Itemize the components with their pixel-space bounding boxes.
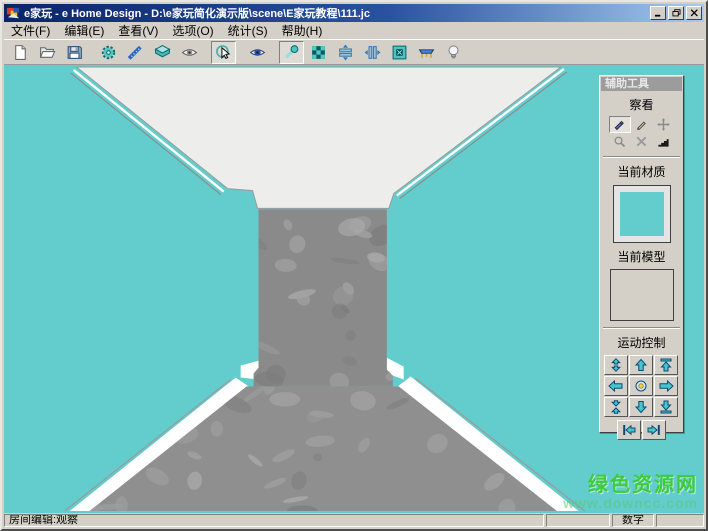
move-bottom-button[interactable] [654, 397, 678, 417]
restore-button[interactable] [668, 6, 684, 20]
move-up-button[interactable] [629, 355, 653, 375]
motion-control-grid [604, 355, 679, 417]
move-left-button[interactable] [604, 376, 628, 396]
window-controls [650, 6, 702, 20]
step-right-button[interactable] [642, 420, 666, 440]
motion-control-extra [600, 420, 683, 440]
panel-title[interactable]: 辅助工具 [601, 77, 682, 91]
furniture-table-button[interactable] [414, 41, 439, 64]
view-tools [609, 116, 675, 150]
move-downup-button[interactable] [604, 397, 628, 417]
material-section-label: 当前材质 [600, 163, 683, 180]
menu-item-stats[interactable]: 统计(S) [221, 23, 275, 39]
status-num-lock: 数字 [612, 514, 654, 527]
new-document-button[interactable] [8, 41, 33, 64]
menu-bar: 文件(F)编辑(E)查看(V)选项(O)统计(S)帮助(H) [4, 23, 704, 39]
save-file-button[interactable] [62, 41, 87, 64]
stairs-tool-button[interactable] [653, 133, 675, 150]
motion-section-label: 运动控制 [600, 334, 683, 351]
pencil-tool-button[interactable] [631, 116, 653, 133]
view-pen-tool-button[interactable] [609, 116, 631, 133]
menu-item-view[interactable]: 查看(V) [111, 23, 165, 39]
status-bar: 房间编辑:观察 数字 [4, 513, 704, 527]
minimize-button[interactable] [650, 6, 666, 20]
title-bar[interactable]: e家玩 - e Home Design - D:\e家玩简化演示版\scene\… [4, 4, 704, 22]
preview-eye-button[interactable] [177, 41, 202, 64]
status-panel-empty [546, 514, 610, 527]
menu-item-help[interactable]: 帮助(H) [275, 23, 330, 39]
delete-tool-button[interactable] [631, 133, 653, 150]
select-target-button[interactable] [211, 41, 236, 64]
menu-item-edit[interactable]: 编辑(E) [57, 23, 111, 39]
settings-gear-button[interactable] [96, 41, 121, 64]
orbit-ball-button[interactable] [629, 376, 653, 396]
current-material-box[interactable] [613, 185, 671, 243]
move-right-button[interactable] [654, 376, 678, 396]
camera-eye-button[interactable] [245, 41, 270, 64]
auxiliary-tools-panel: 辅助工具 察看 当前材质 当前模型 运动控制 [599, 75, 684, 433]
toolbar [4, 39, 704, 64]
material-checker-button[interactable] [306, 41, 331, 64]
separator [603, 327, 680, 329]
status-panel-end [656, 514, 704, 527]
close-button[interactable] [686, 6, 702, 20]
step-left-button[interactable] [617, 420, 641, 440]
menu-item-file[interactable]: 文件(F) [4, 23, 57, 39]
material-swatch [620, 192, 664, 236]
open-folder-button[interactable] [35, 41, 60, 64]
menu-item-options[interactable]: 选项(O) [165, 23, 220, 39]
viewport-3d[interactable]: 绿色资源网 www.downcc.com 辅助工具 察看 当前材质 当前模型 运… [4, 64, 704, 513]
split-horizontal-button[interactable] [333, 41, 358, 64]
light-lamp-button[interactable] [441, 41, 466, 64]
status-mode: 房间编辑:观察 [4, 514, 544, 527]
window-title: e家玩 - e Home Design - D:\e家玩简化演示版\scene\… [24, 5, 650, 21]
paint-spray-button[interactable] [279, 41, 304, 64]
app-window: e家玩 - e Home Design - D:\e家玩简化演示版\scene\… [0, 0, 708, 531]
move-top-button[interactable] [654, 355, 678, 375]
current-model-box[interactable] [610, 269, 674, 321]
model-section-label: 当前模型 [600, 248, 683, 265]
zoom-tool-button[interactable] [609, 133, 631, 150]
separator [603, 156, 680, 158]
move-tool-button[interactable] [653, 116, 675, 133]
roof-layers-button[interactable] [150, 41, 175, 64]
move-down-button[interactable] [629, 397, 653, 417]
view-section-label: 察看 [600, 96, 683, 113]
move-updown-button[interactable] [604, 355, 628, 375]
texture-box-button[interactable] [387, 41, 412, 64]
app-icon [6, 6, 21, 21]
measure-ruler-button[interactable] [123, 41, 148, 64]
split-vertical-button[interactable] [360, 41, 385, 64]
